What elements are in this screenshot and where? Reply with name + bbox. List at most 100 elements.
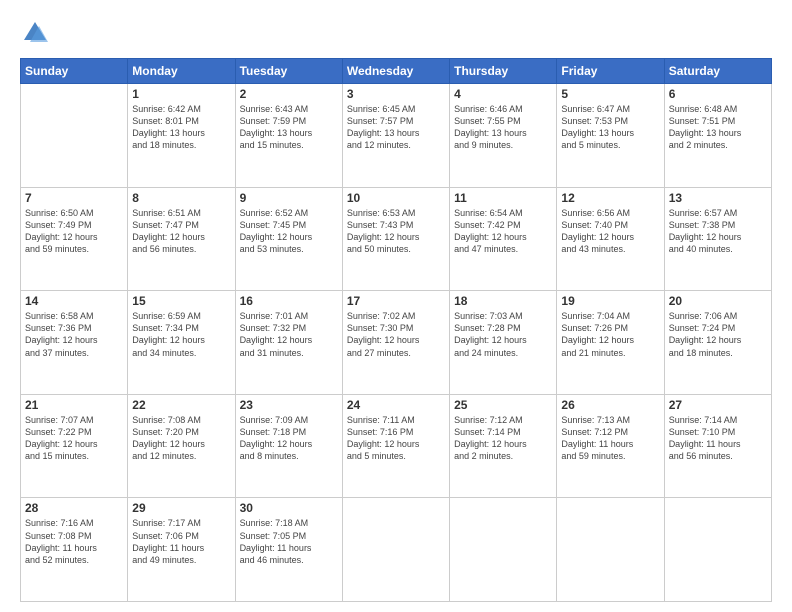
calendar-cell: 26 Sunrise: 7:13 AM Sunset: 7:12 PM Dayli… (557, 394, 664, 498)
day-info: Sunrise: 6:52 AM Sunset: 7:45 PM Dayligh… (240, 207, 338, 256)
calendar-header-saturday: Saturday (664, 59, 771, 84)
day-number: 24 (347, 398, 445, 412)
day-number: 18 (454, 294, 552, 308)
calendar-cell: 25 Sunrise: 7:12 AM Sunset: 7:14 PM Dayli… (450, 394, 557, 498)
day-number: 11 (454, 191, 552, 205)
calendar-header-sunday: Sunday (21, 59, 128, 84)
day-info: Sunrise: 6:42 AM Sunset: 8:01 PM Dayligh… (132, 103, 230, 152)
day-number: 2 (240, 87, 338, 101)
day-number: 26 (561, 398, 659, 412)
day-info: Sunrise: 7:18 AM Sunset: 7:05 PM Dayligh… (240, 517, 338, 566)
day-number: 12 (561, 191, 659, 205)
calendar-cell (557, 498, 664, 602)
calendar-header-wednesday: Wednesday (342, 59, 449, 84)
calendar-cell (342, 498, 449, 602)
day-info: Sunrise: 7:01 AM Sunset: 7:32 PM Dayligh… (240, 310, 338, 359)
calendar-cell: 3 Sunrise: 6:45 AM Sunset: 7:57 PM Daylig… (342, 84, 449, 188)
calendar-cell: 28 Sunrise: 7:16 AM Sunset: 7:08 PM Dayli… (21, 498, 128, 602)
day-number: 16 (240, 294, 338, 308)
calendar-cell: 13 Sunrise: 6:57 AM Sunset: 7:38 PM Dayli… (664, 187, 771, 291)
calendar-cell: 6Sunrise: 6:48 AM Sunset: 7:51 PM Daylig… (664, 84, 771, 188)
day-info: Sunrise: 7:06 AM Sunset: 7:24 PM Dayligh… (669, 310, 767, 359)
calendar-header-thursday: Thursday (450, 59, 557, 84)
day-info: Sunrise: 7:02 AM Sunset: 7:30 PM Dayligh… (347, 310, 445, 359)
calendar-cell: 5 Sunrise: 6:47 AM Sunset: 7:53 PM Daylig… (557, 84, 664, 188)
day-number: 29 (132, 501, 230, 515)
calendar-cell: 4 Sunrise: 6:46 AM Sunset: 7:55 PM Daylig… (450, 84, 557, 188)
day-info: Sunrise: 7:17 AM Sunset: 7:06 PM Dayligh… (132, 517, 230, 566)
day-number: 28 (25, 501, 123, 515)
calendar-cell: 20 Sunrise: 7:06 AM Sunset: 7:24 PM Dayli… (664, 291, 771, 395)
calendar-cell: 24 Sunrise: 7:11 AM Sunset: 7:16 PM Dayli… (342, 394, 449, 498)
calendar-week-row: 14Sunrise: 6:58 AM Sunset: 7:36 PM Dayli… (21, 291, 772, 395)
day-number: 13 (669, 191, 767, 205)
calendar-cell: 22Sunrise: 7:08 AM Sunset: 7:20 PM Dayli… (128, 394, 235, 498)
calendar-header-monday: Monday (128, 59, 235, 84)
day-info: Sunrise: 6:48 AM Sunset: 7:51 PM Dayligh… (669, 103, 767, 152)
day-info: Sunrise: 6:43 AM Sunset: 7:59 PM Dayligh… (240, 103, 338, 152)
day-number: 23 (240, 398, 338, 412)
day-number: 9 (240, 191, 338, 205)
day-info: Sunrise: 7:04 AM Sunset: 7:26 PM Dayligh… (561, 310, 659, 359)
calendar-header-friday: Friday (557, 59, 664, 84)
day-number: 4 (454, 87, 552, 101)
day-number: 20 (669, 294, 767, 308)
day-info: Sunrise: 6:45 AM Sunset: 7:57 PM Dayligh… (347, 103, 445, 152)
calendar-cell: 9 Sunrise: 6:52 AM Sunset: 7:45 PM Daylig… (235, 187, 342, 291)
day-number: 25 (454, 398, 552, 412)
calendar-week-row: 7 Sunrise: 6:50 AM Sunset: 7:49 PM Daylig… (21, 187, 772, 291)
day-info: Sunrise: 6:59 AM Sunset: 7:34 PM Dayligh… (132, 310, 230, 359)
day-info: Sunrise: 7:11 AM Sunset: 7:16 PM Dayligh… (347, 414, 445, 463)
calendar-cell: 16 Sunrise: 7:01 AM Sunset: 7:32 PM Dayli… (235, 291, 342, 395)
calendar-cell: 17 Sunrise: 7:02 AM Sunset: 7:30 PM Dayli… (342, 291, 449, 395)
header (20, 18, 772, 48)
calendar-cell: 11 Sunrise: 6:54 AM Sunset: 7:42 PM Dayli… (450, 187, 557, 291)
calendar-cell: 21 Sunrise: 7:07 AM Sunset: 7:22 PM Dayli… (21, 394, 128, 498)
calendar-header-tuesday: Tuesday (235, 59, 342, 84)
day-info: Sunrise: 7:12 AM Sunset: 7:14 PM Dayligh… (454, 414, 552, 463)
day-info: Sunrise: 6:57 AM Sunset: 7:38 PM Dayligh… (669, 207, 767, 256)
day-number: 17 (347, 294, 445, 308)
day-info: Sunrise: 6:47 AM Sunset: 7:53 PM Dayligh… (561, 103, 659, 152)
calendar-cell: 15Sunrise: 6:59 AM Sunset: 7:34 PM Dayli… (128, 291, 235, 395)
day-info: Sunrise: 7:07 AM Sunset: 7:22 PM Dayligh… (25, 414, 123, 463)
day-number: 21 (25, 398, 123, 412)
day-number: 19 (561, 294, 659, 308)
day-number: 1 (132, 87, 230, 101)
calendar-cell: 2 Sunrise: 6:43 AM Sunset: 7:59 PM Daylig… (235, 84, 342, 188)
calendar-cell: 8 Sunrise: 6:51 AM Sunset: 7:47 PM Daylig… (128, 187, 235, 291)
day-number: 7 (25, 191, 123, 205)
day-number: 5 (561, 87, 659, 101)
logo-icon (20, 18, 50, 48)
calendar-cell: 1 Sunrise: 6:42 AM Sunset: 8:01 PM Daylig… (128, 84, 235, 188)
day-info: Sunrise: 7:09 AM Sunset: 7:18 PM Dayligh… (240, 414, 338, 463)
calendar-cell: 23 Sunrise: 7:09 AM Sunset: 7:18 PM Dayli… (235, 394, 342, 498)
day-info: Sunrise: 7:16 AM Sunset: 7:08 PM Dayligh… (25, 517, 123, 566)
logo (20, 18, 54, 48)
day-info: Sunrise: 6:50 AM Sunset: 7:49 PM Dayligh… (25, 207, 123, 256)
day-info: Sunrise: 6:53 AM Sunset: 7:43 PM Dayligh… (347, 207, 445, 256)
page: SundayMondayTuesdayWednesdayThursdayFrid… (0, 0, 792, 612)
calendar-cell (664, 498, 771, 602)
calendar-cell: 10Sunrise: 6:53 AM Sunset: 7:43 PM Dayli… (342, 187, 449, 291)
day-info: Sunrise: 6:51 AM Sunset: 7:47 PM Dayligh… (132, 207, 230, 256)
calendar-week-row: 28 Sunrise: 7:16 AM Sunset: 7:08 PM Dayli… (21, 498, 772, 602)
calendar-table: SundayMondayTuesdayWednesdayThursdayFrid… (20, 58, 772, 602)
day-info: Sunrise: 7:08 AM Sunset: 7:20 PM Dayligh… (132, 414, 230, 463)
calendar-cell: 30Sunrise: 7:18 AM Sunset: 7:05 PM Dayli… (235, 498, 342, 602)
day-info: Sunrise: 6:46 AM Sunset: 7:55 PM Dayligh… (454, 103, 552, 152)
day-info: Sunrise: 6:54 AM Sunset: 7:42 PM Dayligh… (454, 207, 552, 256)
calendar-cell: 19 Sunrise: 7:04 AM Sunset: 7:26 PM Dayli… (557, 291, 664, 395)
calendar-week-row: 1 Sunrise: 6:42 AM Sunset: 8:01 PM Daylig… (21, 84, 772, 188)
day-info: Sunrise: 6:56 AM Sunset: 7:40 PM Dayligh… (561, 207, 659, 256)
day-number: 8 (132, 191, 230, 205)
calendar-cell (450, 498, 557, 602)
day-info: Sunrise: 7:14 AM Sunset: 7:10 PM Dayligh… (669, 414, 767, 463)
day-info: Sunrise: 7:13 AM Sunset: 7:12 PM Dayligh… (561, 414, 659, 463)
day-number: 3 (347, 87, 445, 101)
calendar-week-row: 21 Sunrise: 7:07 AM Sunset: 7:22 PM Dayli… (21, 394, 772, 498)
calendar-header-row: SundayMondayTuesdayWednesdayThursdayFrid… (21, 59, 772, 84)
calendar-cell: 18Sunrise: 7:03 AM Sunset: 7:28 PM Dayli… (450, 291, 557, 395)
day-number: 27 (669, 398, 767, 412)
calendar-cell: 7 Sunrise: 6:50 AM Sunset: 7:49 PM Daylig… (21, 187, 128, 291)
